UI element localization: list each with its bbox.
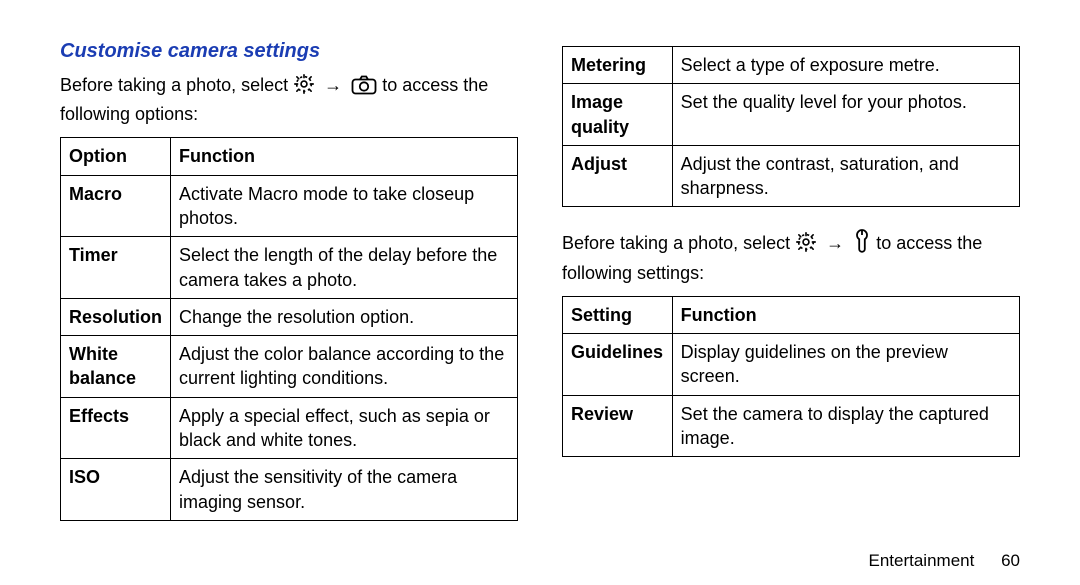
header-function: Function <box>171 138 518 175</box>
table-row: Adjust Adjust the contrast, saturation, … <box>563 145 1020 207</box>
camera-icon <box>351 75 377 102</box>
option-desc: Adjust the contrast, saturation, and sha… <box>672 145 1019 207</box>
options-table: Option Function Macro Activate Macro mod… <box>60 137 518 521</box>
gear-icon <box>293 73 315 102</box>
table-row: Image quality Set the quality level for … <box>563 84 1020 146</box>
intro-1-text-pre: Before taking a photo, select <box>60 75 293 95</box>
setting-name: Guidelines <box>563 334 673 396</box>
table-row: Resolution Change the resolution option. <box>61 298 518 335</box>
table-row: Macro Activate Macro mode to take closeu… <box>61 175 518 237</box>
option-desc: Adjust the sensitivity of the camera ima… <box>171 459 518 521</box>
options-table-cont: Metering Select a type of exposure metre… <box>562 46 1020 207</box>
header-option: Option <box>61 138 171 175</box>
option-name: Timer <box>61 237 171 299</box>
option-name: Metering <box>563 47 673 84</box>
table-row: White balance Adjust the color balance a… <box>61 336 518 398</box>
table-row: Timer Select the length of the delay bef… <box>61 237 518 299</box>
right-column: Metering Select a type of exposure metre… <box>540 40 1050 565</box>
table-row: ISO Adjust the sensitivity of the camera… <box>61 459 518 521</box>
table-header: Setting Function <box>563 296 1020 333</box>
option-name: White balance <box>61 336 171 398</box>
gear-icon <box>795 231 817 260</box>
header-setting: Setting <box>563 296 673 333</box>
option-name: ISO <box>61 459 171 521</box>
option-name: Adjust <box>563 145 673 207</box>
table-row: Review Set the camera to display the cap… <box>563 395 1020 457</box>
page-footer: Entertainment 60 <box>869 551 1021 571</box>
option-name: Macro <box>61 175 171 237</box>
intro-2: Before taking a photo, select → to acces… <box>562 229 1020 285</box>
wrench-icon <box>853 229 871 260</box>
settings-table: Setting Function Guidelines Display guid… <box>562 296 1020 457</box>
option-desc: Set the quality level for your photos. <box>672 84 1019 146</box>
option-desc: Select the length of the delay before th… <box>171 237 518 299</box>
left-column: Customise camera settings Before taking … <box>30 40 540 565</box>
option-desc: Apply a special effect, such as sepia or… <box>171 397 518 459</box>
option-name: Resolution <box>61 298 171 335</box>
setting-desc: Set the camera to display the captured i… <box>672 395 1019 457</box>
footer-section: Entertainment <box>869 551 975 570</box>
intro-1: Before taking a photo, select → to acces… <box>60 73 518 127</box>
option-desc: Select a type of exposure metre. <box>672 47 1019 84</box>
option-desc: Activate Macro mode to take closeup phot… <box>171 175 518 237</box>
option-name: Effects <box>61 397 171 459</box>
header-function: Function <box>672 296 1019 333</box>
section-title: Customise camera settings <box>60 40 518 63</box>
table-row: Metering Select a type of exposure metre… <box>563 47 1020 84</box>
page: Customise camera settings Before taking … <box>0 0 1080 585</box>
table-row: Guidelines Display guidelines on the pre… <box>563 334 1020 396</box>
table-header: Option Function <box>61 138 518 175</box>
setting-desc: Display guidelines on the preview screen… <box>672 334 1019 396</box>
option-desc: Change the resolution option. <box>171 298 518 335</box>
option-desc: Adjust the color balance according to th… <box>171 336 518 398</box>
table-row: Effects Apply a special effect, such as … <box>61 397 518 459</box>
setting-name: Review <box>563 395 673 457</box>
arrow-icon: → <box>324 75 347 95</box>
footer-page-number: 60 <box>1001 551 1020 570</box>
option-name: Image quality <box>563 84 673 146</box>
intro-2-text-pre: Before taking a photo, select <box>562 233 795 253</box>
arrow-icon: → <box>826 233 849 253</box>
